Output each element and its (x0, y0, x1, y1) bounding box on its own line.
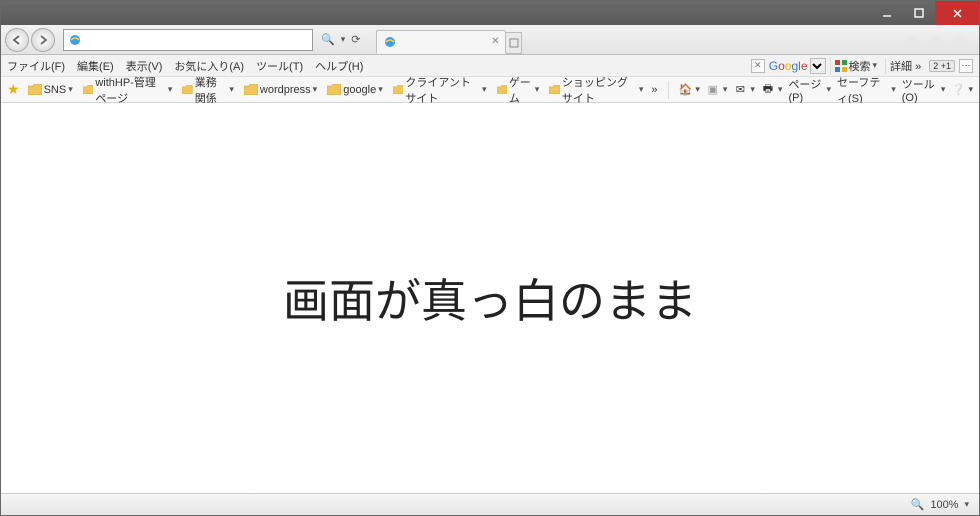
cmd-tools[interactable]: ツール(O)▾ (902, 76, 946, 104)
dropdown-icon[interactable]: ▾ (341, 34, 346, 45)
search-button[interactable]: 検索 ▾ (830, 57, 882, 75)
mail-icon: ✉ (733, 83, 747, 97)
new-tab-button[interactable] (506, 32, 522, 54)
bookmark-game[interactable]: ゲーム▾ (495, 74, 542, 106)
menu-favorites[interactable]: お気に入り(A) (174, 58, 244, 74)
status-bar: 🔍 100% ▾ (1, 493, 979, 515)
cmd-home[interactable]: 🏠▾ (678, 83, 700, 97)
bookmarks-bar: ★ SNS▾ withHP-管理ページ▾ 業務関係▾ wordpress▾ go… (1, 77, 979, 103)
back-button[interactable] (5, 28, 29, 52)
home-icon[interactable] (905, 33, 919, 47)
maximize-button[interactable] (903, 1, 935, 25)
titlebar (1, 1, 979, 25)
page-message: 画面が真っ白のまま (283, 265, 697, 331)
tab-0[interactable]: ✕ (376, 30, 506, 54)
nav-row: 🔍 ▾ ⟳ ✕ (1, 25, 979, 55)
search-icon[interactable]: 🔍 (321, 33, 335, 46)
star-icon[interactable] (929, 33, 943, 47)
bookmark-google[interactable]: google▾ (325, 84, 385, 96)
toolbar-options-button[interactable]: ⋯ (959, 59, 973, 73)
cmd-feeds[interactable]: ▣▾ (706, 83, 728, 97)
bookmark-sns[interactable]: SNS▾ (26, 84, 75, 96)
menu-tools[interactable]: ツール(T) (256, 58, 303, 74)
arrow-left-icon (11, 34, 23, 46)
minimize-button[interactable] (871, 1, 903, 25)
zoom-level: 100% (930, 499, 958, 511)
zoom-dropdown[interactable]: ▾ (964, 499, 969, 510)
search-provider-select[interactable] (810, 58, 826, 74)
cmd-page[interactable]: ページ(P)▾ (788, 76, 831, 104)
ie-icon (68, 33, 82, 47)
menu-edit[interactable]: 編集(E) (77, 58, 114, 74)
rss-icon: ▣ (706, 83, 720, 97)
page-content: 画面が真っ白のまま (1, 103, 979, 493)
address-input[interactable] (86, 34, 308, 46)
close-button[interactable] (935, 1, 979, 25)
cmd-safety[interactable]: セーフティ(S)▾ (837, 74, 896, 106)
bookmark-shopping[interactable]: ショッピングサイト▾ (547, 74, 645, 106)
print-icon: 🖶 (761, 83, 775, 97)
cmd-help[interactable]: ❔▾ (951, 83, 973, 97)
address-bar[interactable] (63, 29, 313, 51)
menu-view[interactable]: 表示(V) (126, 58, 163, 74)
home-icon: 🏠 (678, 83, 692, 97)
ms-logo-icon (835, 60, 847, 72)
menu-file[interactable]: ファイル(F) (7, 58, 65, 74)
notification-badge[interactable]: 2 +1 (929, 60, 955, 72)
tabstrip: ✕ (376, 26, 522, 54)
bookmark-withhp[interactable]: withHP-管理ページ▾ (81, 74, 175, 106)
ie-icon (383, 35, 397, 49)
forward-button[interactable] (31, 28, 55, 52)
toolbar-close-button[interactable]: ✕ (751, 59, 765, 73)
tab-close-icon[interactable]: ✕ (491, 36, 499, 47)
zoom-icon[interactable]: 🔍 (911, 498, 925, 511)
arrow-right-icon (37, 34, 49, 46)
new-tab-icon (509, 38, 519, 48)
chevron-down-icon: ▾ (873, 60, 878, 71)
cmd-print[interactable]: 🖶▾ (761, 83, 783, 97)
address-tools: 🔍 ▾ ⟳ (315, 33, 366, 46)
menu-help[interactable]: ヘルプ(H) (315, 58, 363, 74)
refresh-icon[interactable]: ⟳ (351, 33, 360, 46)
gear-icon[interactable] (953, 33, 967, 47)
bookmark-client[interactable]: クライアントサイト▾ (391, 74, 489, 106)
chrome-top-icons (905, 33, 975, 47)
help-icon: ❔ (951, 83, 965, 97)
bookmark-wordpress[interactable]: wordpress▾ (242, 84, 319, 96)
detail-button[interactable]: 詳細 » (885, 58, 925, 74)
favorites-star-icon[interactable]: ★ (7, 81, 20, 98)
cmd-mail[interactable]: ✉▾ (733, 83, 755, 97)
bookmarks-overflow[interactable]: » (651, 84, 657, 96)
bookmark-gyoumu[interactable]: 業務関係▾ (180, 74, 236, 106)
search-provider[interactable]: Google (769, 58, 826, 74)
